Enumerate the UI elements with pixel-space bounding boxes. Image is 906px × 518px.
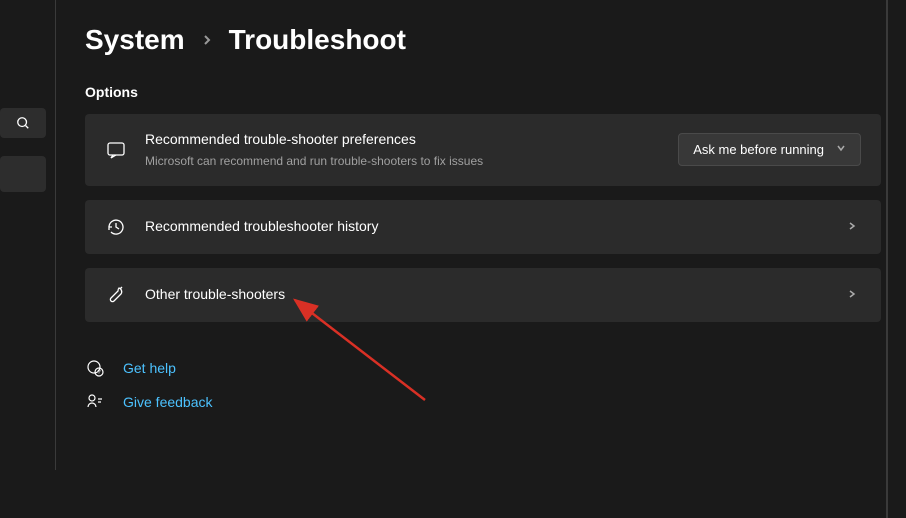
recommended-preferences-card[interactable]: Recommended trouble-shooter preferences … (85, 114, 881, 186)
window-border (886, 0, 888, 518)
history-title: Recommended troubleshooter history (145, 217, 829, 237)
get-help-link[interactable]: ? Get help (85, 358, 881, 378)
chevron-right-icon (847, 287, 857, 302)
search-box[interactable] (0, 108, 46, 138)
help-icon: ? (86, 359, 104, 377)
feedback-icon (86, 393, 104, 411)
chat-icon (106, 140, 126, 160)
other-troubleshooters-card[interactable]: Other trouble-shooters (85, 268, 881, 322)
chevron-right-icon (201, 30, 213, 51)
chevron-down-icon (836, 143, 846, 156)
chevron-right-icon (847, 219, 857, 234)
nav-item-selected[interactable] (0, 156, 46, 192)
breadcrumb: System Troubleshoot (85, 24, 881, 56)
options-heading: Options (85, 84, 881, 100)
page-title: Troubleshoot (229, 24, 406, 56)
sidebar-divider (55, 0, 56, 470)
history-card[interactable]: Recommended troubleshooter history (85, 200, 881, 254)
give-feedback-link[interactable]: Give feedback (85, 392, 881, 412)
recommended-prefs-subtitle: Microsoft can recommend and run trouble-… (145, 152, 660, 170)
wrench-icon (106, 285, 126, 305)
give-feedback-label: Give feedback (123, 394, 213, 410)
get-help-label: Get help (123, 360, 176, 376)
recommended-prefs-title: Recommended trouble-shooter preferences (145, 130, 660, 150)
run-preference-dropdown[interactable]: Ask me before running (678, 133, 861, 166)
history-icon (106, 217, 126, 237)
other-title: Other trouble-shooters (145, 285, 829, 305)
dropdown-value: Ask me before running (693, 142, 824, 157)
search-icon (16, 116, 30, 130)
breadcrumb-parent[interactable]: System (85, 24, 185, 56)
